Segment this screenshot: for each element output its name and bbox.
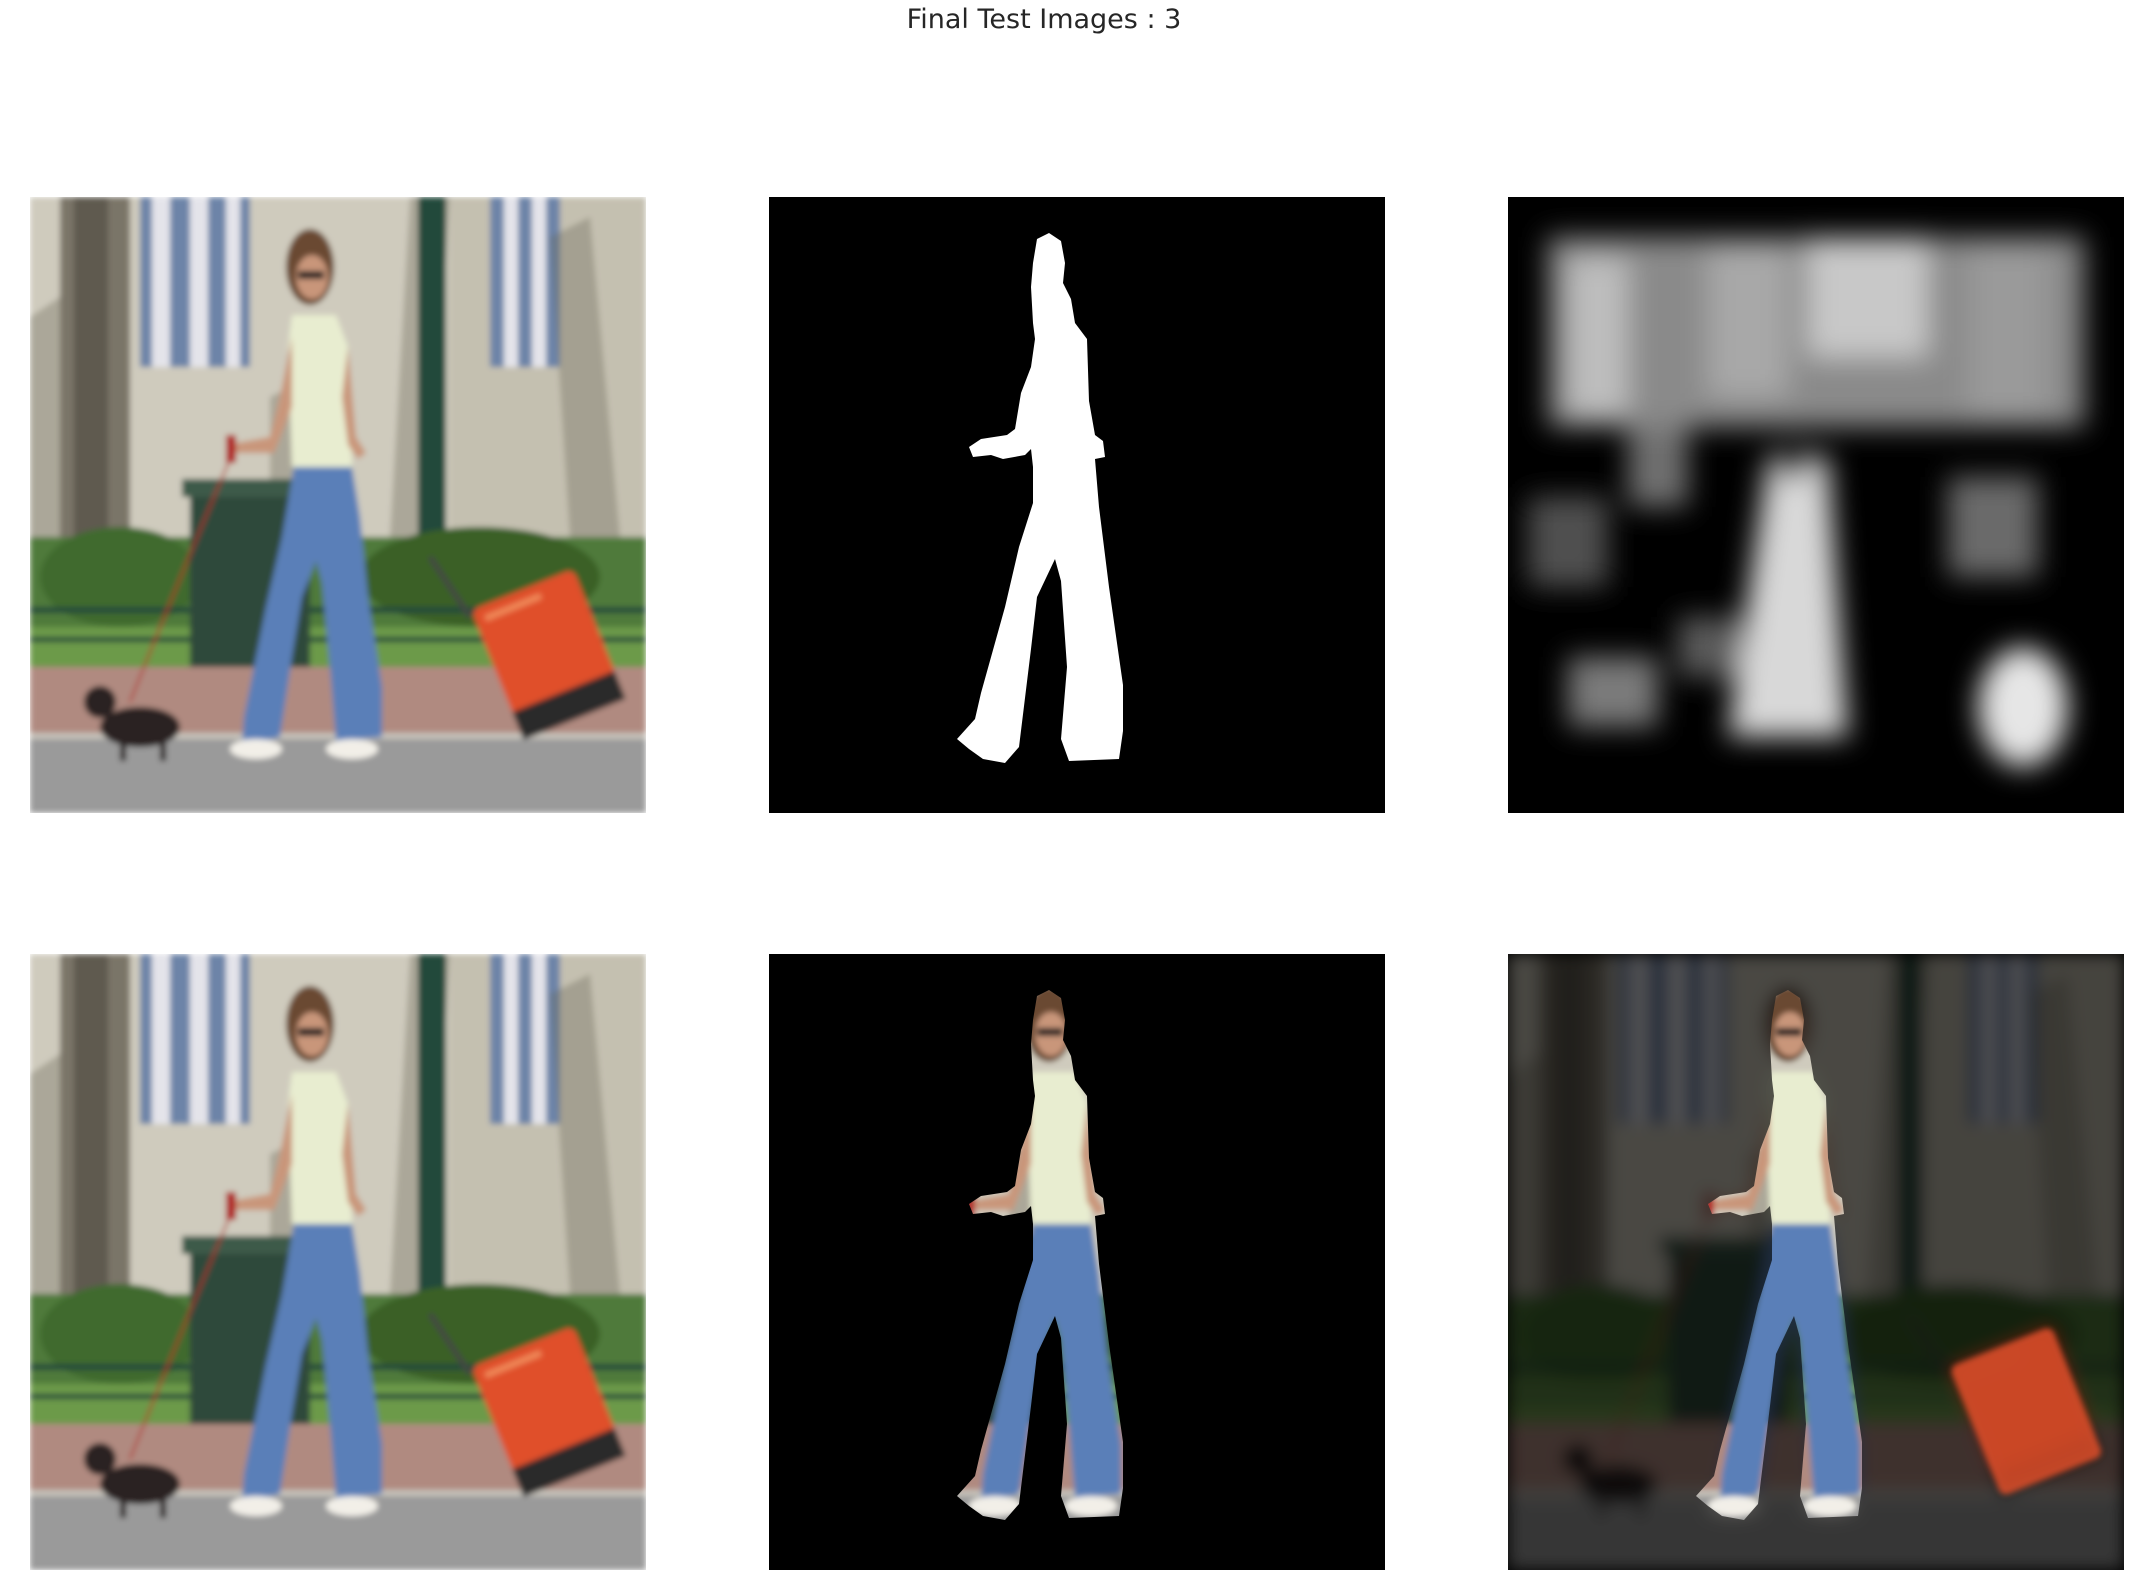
ground-truth-mask-panel <box>769 197 1385 813</box>
ground-truth-masked-image-panel <box>769 954 1385 1570</box>
predicted-masked-image <box>1508 954 2124 1570</box>
predicted-mask-panel <box>1508 197 2124 813</box>
original-image-2 <box>30 954 646 1570</box>
original-image-panel <box>30 197 646 813</box>
predicted-masked-image-panel <box>1508 954 2124 1570</box>
ground-truth-mask <box>769 197 1385 813</box>
figure-title: Final Test Images : 3 <box>906 4 1182 35</box>
original-image-panel-2 <box>30 954 646 1570</box>
ground-truth-masked-image <box>769 954 1385 1570</box>
original-image <box>30 197 646 813</box>
predicted-mask <box>1508 197 2124 813</box>
